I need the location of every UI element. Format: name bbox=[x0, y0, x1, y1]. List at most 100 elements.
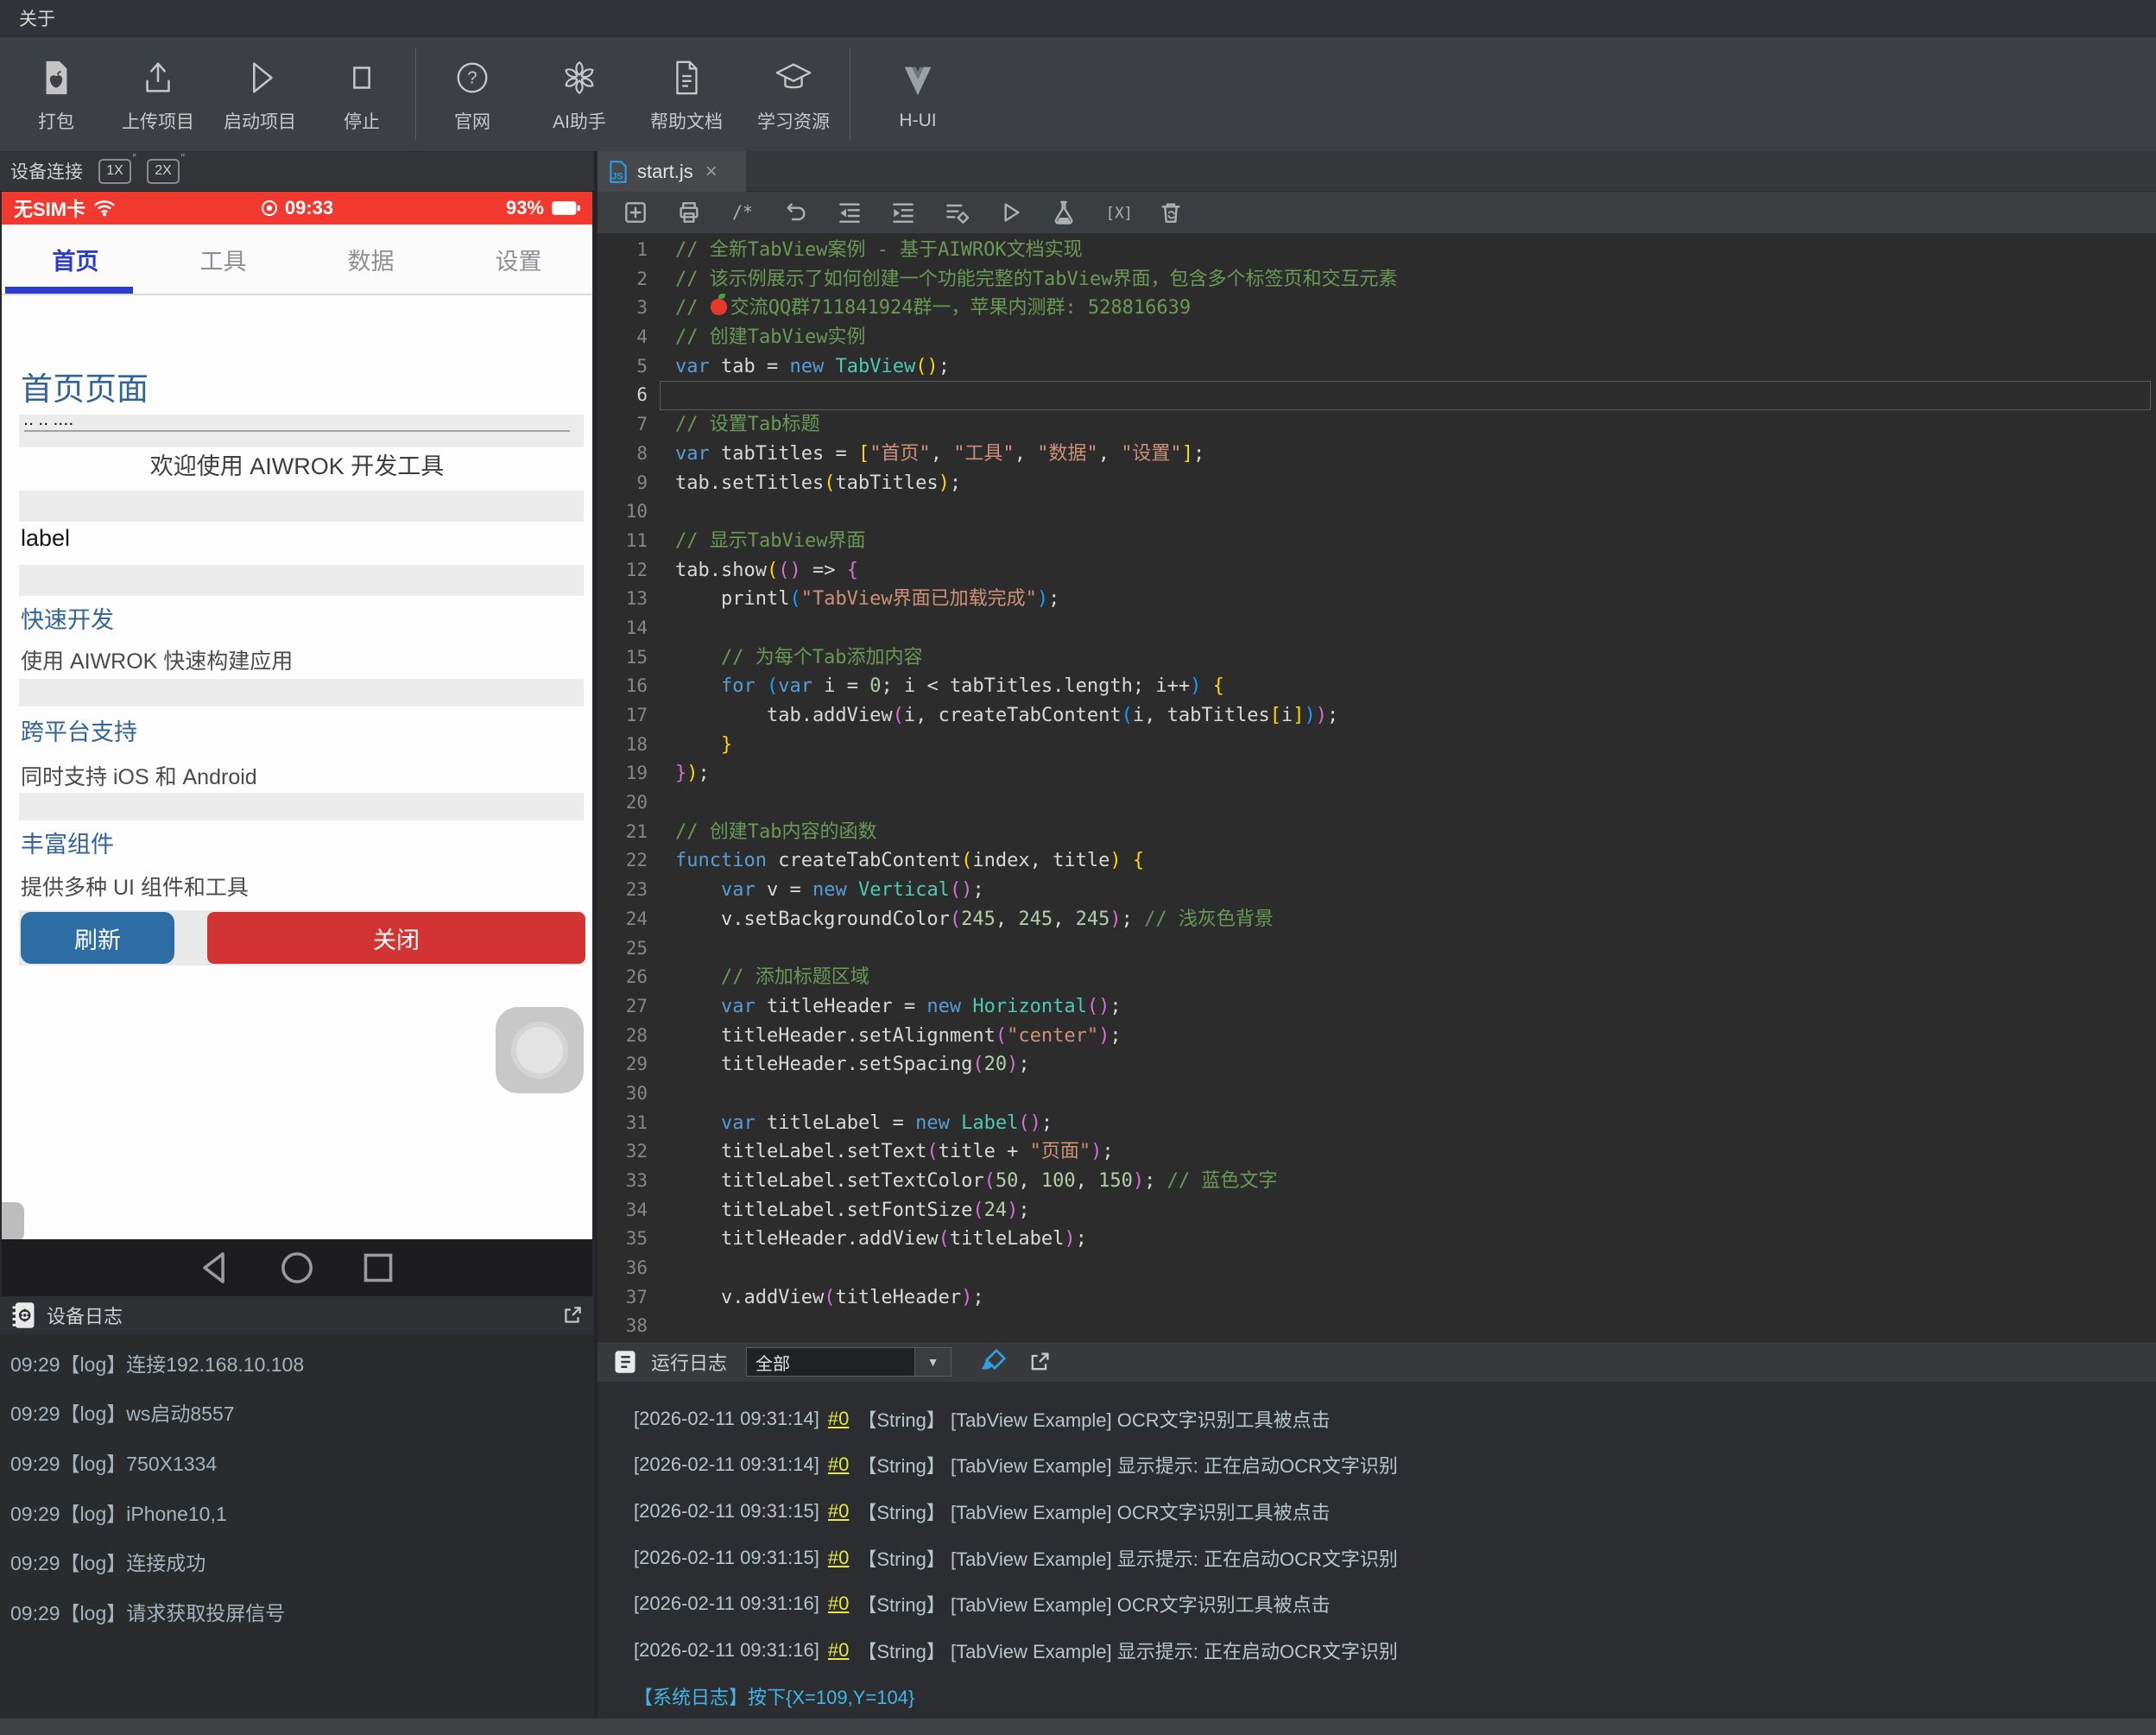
log-ref-link[interactable]: #0 bbox=[828, 1453, 849, 1476]
dropdown-arrow-icon[interactable]: ▼ bbox=[914, 1348, 952, 1376]
toolbar-button-ai[interactable]: AI助手 bbox=[526, 46, 633, 142]
code-line-34[interactable]: 34 titleLabel.setFontSize(24); bbox=[597, 1196, 2156, 1225]
phone-tab-data[interactable]: 数据 bbox=[297, 225, 445, 294]
refresh-button[interactable]: 刷新 bbox=[21, 912, 174, 964]
code-line-30[interactable]: 30 bbox=[597, 1080, 2156, 1109]
phone-mirror[interactable]: 无SIM卡 09:33 93% 首页 工具 数据 设置 首页页面 ·· ·· ·… bbox=[2, 192, 592, 1239]
code-line-10[interactable]: 10 bbox=[597, 497, 2156, 527]
toolbar-button-package[interactable]: 打包 bbox=[5, 46, 107, 142]
toolbar-button-hui[interactable]: H-UI bbox=[853, 46, 983, 142]
code-line-4[interactable]: 4 // 创建TabView实例 bbox=[597, 323, 2156, 352]
run-log-expand-icon[interactable] bbox=[1027, 1350, 1052, 1374]
code-line-16[interactable]: 16 for (var i = 0; i < tabTitles.length;… bbox=[597, 672, 2156, 701]
code-line-17[interactable]: 17 tab.addView(i, createTabContent(i, ta… bbox=[597, 701, 2156, 731]
close-button[interactable]: 关闭 bbox=[207, 912, 585, 964]
log-ref-link[interactable]: #0 bbox=[828, 1547, 849, 1569]
run-log-list[interactable]: [2026-02-11 09:31:14] #0 【String】 [TabView… bbox=[597, 1382, 2156, 1719]
code-line-20[interactable]: 20 bbox=[597, 788, 2156, 818]
log-filter-dropdown[interactable]: 全部 ▼ bbox=[746, 1347, 952, 1377]
section-heading-1: 快速开发 bbox=[21, 607, 114, 633]
nav-recents-icon[interactable] bbox=[360, 1250, 396, 1286]
indent-icon[interactable] bbox=[889, 199, 917, 226]
code-line-22[interactable]: 22 function createTabContent(index, title… bbox=[597, 846, 2156, 876]
log-ref-link[interactable]: #0 bbox=[828, 1408, 849, 1430]
code-line-38[interactable]: 38 bbox=[597, 1312, 2156, 1341]
code-line-26[interactable]: 26 // 添加标题区域 bbox=[597, 963, 2156, 992]
code-line-37[interactable]: 37 v.addView(titleHeader); bbox=[597, 1283, 2156, 1313]
line-number: 10 bbox=[625, 501, 648, 522]
menu-about[interactable]: 关于 bbox=[12, 5, 62, 31]
variable-icon[interactable]: [X] bbox=[1103, 199, 1131, 226]
bottom-scrollbar-track[interactable] bbox=[0, 1719, 2156, 1735]
comment-icon[interactable]: /* bbox=[729, 199, 756, 226]
toolbar-button-upload[interactable]: 上传项目 bbox=[107, 46, 209, 142]
toolbar-button-docs[interactable]: 帮助文档 bbox=[633, 46, 740, 142]
editor-tab-startjs[interactable]: JS start.js × bbox=[597, 151, 746, 192]
line-number: 12 bbox=[625, 559, 648, 580]
code-line-36[interactable]: 36 bbox=[597, 1254, 2156, 1283]
code-line-6[interactable]: 6 bbox=[597, 381, 2156, 411]
nav-back-icon[interactable] bbox=[198, 1250, 234, 1286]
code-line-32[interactable]: 32 titleLabel.setText(title + "页面"); bbox=[597, 1137, 2156, 1167]
phone-tab-settings[interactable]: 设置 bbox=[445, 225, 592, 294]
assistive-touch-button[interactable] bbox=[496, 1007, 584, 1093]
code-line-19[interactable]: 19}); bbox=[597, 759, 2156, 788]
run-icon[interactable] bbox=[996, 199, 1024, 226]
code-text: // 创建TabView实例 bbox=[675, 326, 866, 349]
code-line-3[interactable]: 3 // 交流QQ群711841924群一，苹果内测群: 528816639 bbox=[597, 294, 2156, 323]
clear-log-brush-icon[interactable] bbox=[979, 1348, 1007, 1376]
code-line-7[interactable]: 7 // 设置Tab标题 bbox=[597, 410, 2156, 440]
code-line-21[interactable]: 21 // 创建Tab内容的函数 bbox=[597, 818, 2156, 847]
code-line-18[interactable]: 18 } bbox=[597, 731, 2156, 760]
new-file-icon[interactable] bbox=[622, 199, 649, 226]
code-line-9[interactable]: 9 tab.setTitles(tabTitles); bbox=[597, 469, 2156, 498]
phone-tab-home[interactable]: 首页 bbox=[2, 225, 149, 294]
format-icon[interactable] bbox=[943, 199, 971, 226]
wifi-icon bbox=[92, 199, 117, 217]
nav-home-icon[interactable] bbox=[279, 1250, 315, 1286]
tab-close-icon[interactable]: × bbox=[705, 160, 718, 184]
code-editor[interactable]: 1 // 全新TabView案例 - 基于AIWROK文档实现 2 // 该示例展示了… bbox=[597, 233, 2156, 1341]
code-line-13[interactable]: 13 printl("TabView界面已加载完成"); bbox=[597, 585, 2156, 614]
code-line-28[interactable]: 28 titleHeader.setAlignment("center"); bbox=[597, 1022, 2156, 1051]
toolbar-button-stop[interactable]: 停止 bbox=[311, 46, 413, 142]
clean-icon[interactable] bbox=[1157, 199, 1185, 226]
log-ref-link[interactable]: #0 bbox=[828, 1500, 849, 1523]
code-line-31[interactable]: 31 var titleLabel = new Label(); bbox=[597, 1109, 2156, 1138]
code-line-29[interactable]: 29 titleHeader.setSpacing(20); bbox=[597, 1050, 2156, 1080]
device-log-list[interactable]: 09:29【log】连接192.168.10.108 09:29【log】ws启动… bbox=[0, 1334, 594, 1722]
code-text: // 为每个Tab添加内容 bbox=[675, 646, 923, 668]
code-line-1[interactable]: 1 // 全新TabView案例 - 基于AIWROK文档实现 bbox=[597, 236, 2156, 265]
toolbar-button-website[interactable]: ? 官网 bbox=[419, 46, 526, 142]
code-line-8[interactable]: 8 var tabTitles = ["首页", "工具", "数据", "设置"… bbox=[597, 440, 2156, 469]
line-number: 23 bbox=[625, 879, 648, 901]
code-line-5[interactable]: 5 var tab = new TabView(); bbox=[597, 352, 2156, 382]
code-line-14[interactable]: 14 bbox=[597, 614, 2156, 643]
code-line-27[interactable]: 27 var titleHeader = new Horizontal(); bbox=[597, 992, 2156, 1022]
editor-tab-bar: JS start.js × bbox=[597, 151, 2156, 192]
code-line-12[interactable]: 12 tab.show(() => { bbox=[597, 556, 2156, 586]
code-line-11[interactable]: 11 // 显示TabView界面 bbox=[597, 527, 2156, 556]
line-number: 21 bbox=[625, 820, 648, 842]
print-icon[interactable] bbox=[675, 199, 703, 226]
device-log-expand-icon[interactable] bbox=[561, 1304, 584, 1327]
log-ref-link[interactable]: #0 bbox=[828, 1639, 849, 1662]
zoom-1x-button[interactable]: 1X bbox=[98, 151, 136, 184]
phone-tab-tools[interactable]: 工具 bbox=[149, 225, 297, 294]
code-line-24[interactable]: 24 v.setBackgroundColor(245, 245, 245); … bbox=[597, 905, 2156, 934]
run-log-entry: [2026-02-11 09:31:14] #0 【String】 [TabView… bbox=[634, 1453, 1398, 1478]
log-ref-link[interactable]: #0 bbox=[828, 1593, 849, 1615]
code-line-33[interactable]: 33 titleLabel.setTextColor(50, 100, 150)… bbox=[597, 1167, 2156, 1196]
toolbar-button-learn[interactable]: 学习资源 bbox=[740, 46, 847, 142]
code-line-23[interactable]: 23 var v = new Vertical(); bbox=[597, 876, 2156, 905]
code-line-35[interactable]: 35 titleHeader.addView(titleLabel); bbox=[597, 1225, 2156, 1254]
code-line-2[interactable]: 2 // 该示例展示了如何创建一个功能完整的TabView界面，包含多个标签页和交… bbox=[597, 265, 2156, 294]
test-icon[interactable] bbox=[1050, 199, 1078, 226]
code-line-25[interactable]: 25 bbox=[597, 934, 2156, 964]
zoom-2x-button[interactable]: 2X bbox=[147, 151, 185, 184]
clock-label: 09:33 bbox=[284, 197, 334, 218]
outdent-icon[interactable] bbox=[836, 199, 863, 226]
undo-icon[interactable] bbox=[782, 199, 810, 226]
code-line-15[interactable]: 15 // 为每个Tab添加内容 bbox=[597, 643, 2156, 673]
toolbar-button-run[interactable]: 启动项目 bbox=[209, 46, 311, 142]
